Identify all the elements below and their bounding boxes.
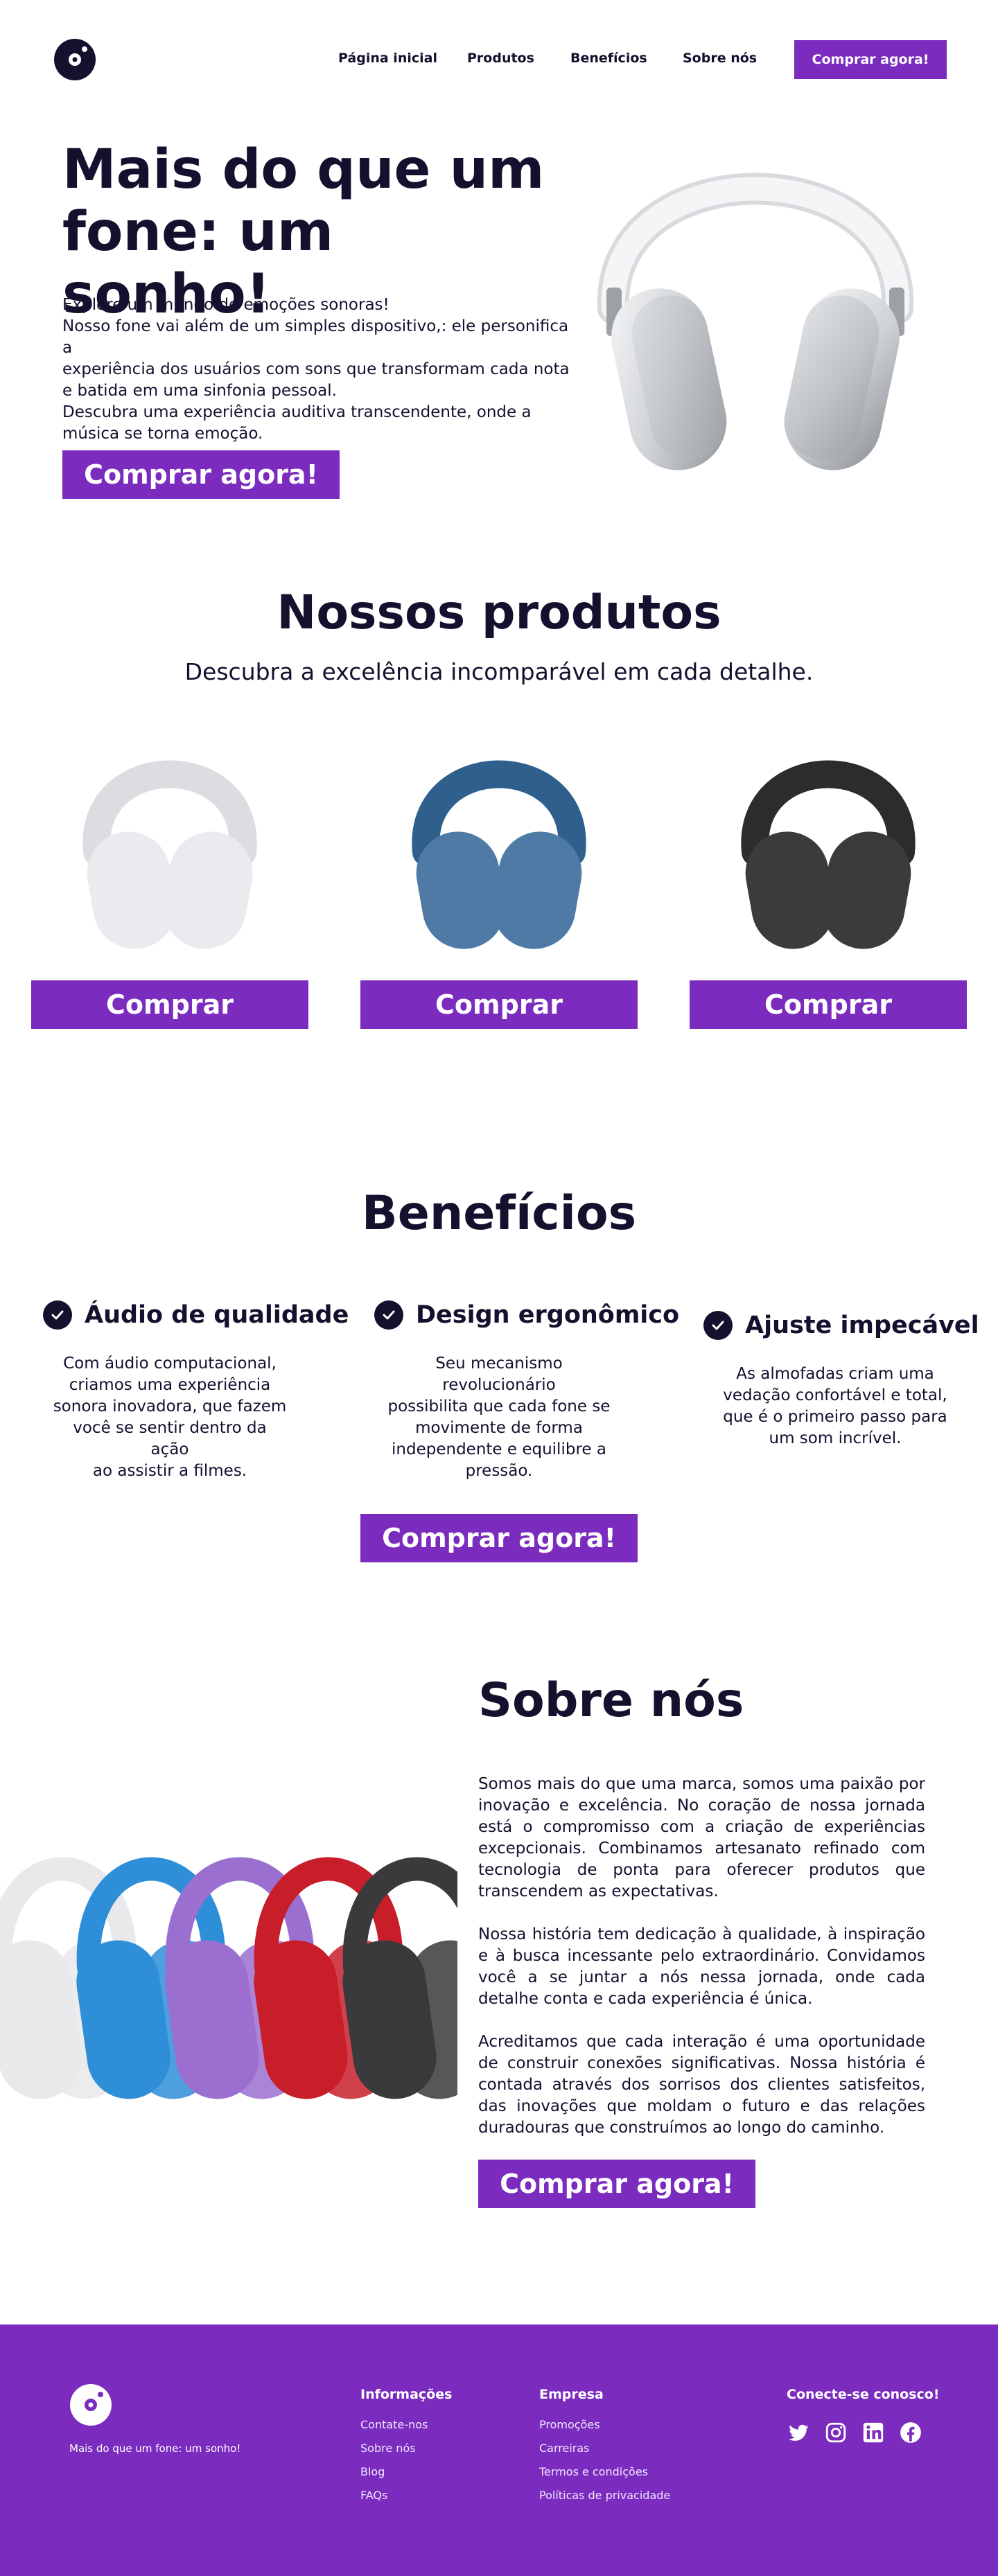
hero-headphone-image <box>593 121 918 482</box>
footer-connect-title: Conecte-se conosco! <box>787 2387 940 2402</box>
logo-icon[interactable] <box>53 38 96 81</box>
linkedin-icon[interactable] <box>861 2421 885 2444</box>
product-buy-button[interactable]: Comprar <box>31 980 308 1029</box>
benefit-text-line: criamos uma experiência <box>69 1376 271 1394</box>
hero-text-line: e batida em uma sinfonia pessoal. <box>62 382 337 400</box>
benefits-title: Benefícios <box>361 1186 637 1241</box>
product-headphone-image <box>741 760 916 949</box>
product-headphone-image <box>82 760 257 949</box>
product-card-silver: Comprar <box>31 734 308 1032</box>
benefit-heading-design: Design ergonômico <box>374 1300 679 1330</box>
footer-company-title: Empresa <box>539 2387 604 2402</box>
check-icon <box>43 1300 72 1330</box>
footer-info-title: Informações <box>360 2387 453 2402</box>
benefit-text-line: você se sentir dentro da ação <box>73 1419 267 1458</box>
hero-text-line: experiência dos usuários com sons que tr… <box>62 360 570 378</box>
hero-text-line: música se torna emoção. <box>62 425 263 443</box>
hero-buy-button[interactable]: Comprar agora! <box>62 450 340 499</box>
headphones-colors-image <box>0 1808 457 2134</box>
about-paragraph-3: Acreditamos que cada interação é uma opo… <box>478 2033 925 2137</box>
benefit-heading-fit: Ajuste impecável <box>703 1311 979 1340</box>
products-subtitle: Descubra a excelência incomparável em ca… <box>184 658 814 685</box>
benefit-text-line: ao assistir a filmes. <box>92 1462 247 1480</box>
about-buy-button[interactable]: Comprar agora! <box>478 2160 755 2208</box>
instagram-icon[interactable] <box>824 2421 848 2444</box>
hero-text-line: Descubra uma experiência auditiva transc… <box>62 403 532 421</box>
benefit-text-line: independente e equilibre a <box>392 1440 606 1458</box>
benefit-text-line: Seu mecanismo revolucionário <box>435 1355 563 1394</box>
product-card-black: Comprar <box>690 734 967 1032</box>
nav-home-link[interactable]: Página inicial <box>338 51 437 66</box>
footer-terms-link[interactable]: Termos e condições <box>539 2465 648 2478</box>
benefit-text-line: que é o primeiro passo para <box>723 1408 947 1426</box>
nav-benefits-link[interactable]: Benefícios <box>570 51 647 66</box>
about-paragraph-1: Somos mais do que uma marca, somos uma p… <box>478 1775 925 1900</box>
footer-blog-link[interactable]: Blog <box>360 2465 385 2478</box>
product-buy-button[interactable]: Comprar <box>360 980 638 1029</box>
footer-about-link[interactable]: Sobre nós <box>360 2442 416 2455</box>
footer-privacy-link[interactable]: Políticas de privacidade <box>539 2489 670 2502</box>
benefit-text-fit: As almofadas criam uma vedação confortáv… <box>717 1364 953 1449</box>
benefit-heading-audio: Áudio de qualidade <box>43 1300 349 1330</box>
benefit-text-line: possibilita que cada fone se <box>387 1397 611 1415</box>
nav-buy-button[interactable]: Comprar agora! <box>794 40 947 79</box>
benefit-text-design: Seu mecanismo revolucionário possibilita… <box>381 1353 617 1482</box>
hero-description: Explore um mundo de emoções sonoras! Nos… <box>62 294 575 445</box>
nav-about-link[interactable]: Sobre nós <box>683 51 757 66</box>
benefit-text-line: sonora inovadora, que fazem <box>53 1397 287 1415</box>
benefit-text-line: Com áudio computacional, <box>63 1355 277 1373</box>
footer-promotions-link[interactable]: Promoções <box>539 2418 600 2431</box>
footer: Mais do que um fone: um sonho! Informaçõ… <box>0 2324 998 2576</box>
colored-headphone <box>342 1857 457 2099</box>
benefit-heading-text: Áudio de qualidade <box>85 1301 349 1329</box>
check-icon <box>374 1300 403 1330</box>
product-card-blue: Comprar <box>360 734 638 1032</box>
product-buy-button[interactable]: Comprar <box>690 980 967 1029</box>
hero-text-line: Nosso fone vai além de um simples dispos… <box>62 317 569 357</box>
facebook-icon[interactable] <box>899 2421 922 2444</box>
benefit-text-audio: Com áudio computacional, criamos uma exp… <box>52 1353 288 1482</box>
product-headphone-image <box>412 760 586 949</box>
benefits-buy-button[interactable]: Comprar agora! <box>360 1514 638 1562</box>
check-icon <box>703 1311 733 1340</box>
benefit-heading-text: Ajuste impecável <box>745 1312 979 1339</box>
benefit-text-line: um som incrível. <box>769 1429 902 1447</box>
footer-contact-link[interactable]: Contate-nos <box>360 2418 428 2431</box>
benefit-text-line: movimente de forma <box>415 1419 583 1437</box>
benefit-text-line: As almofadas criam uma <box>736 1365 934 1383</box>
hero-text-line: Explore um mundo de emoções sonoras! <box>62 296 389 314</box>
benefit-heading-text: Design ergonômico <box>416 1301 680 1329</box>
products-title: Nossos produtos <box>277 585 721 640</box>
about-title: Sobre nós <box>478 1673 744 1728</box>
footer-faqs-link[interactable]: FAQs <box>360 2489 387 2502</box>
footer-logo-icon[interactable] <box>69 2383 112 2426</box>
about-paragraph-2: Nossa história tem dedicação à qualidade… <box>478 1925 925 2008</box>
benefit-text-line: vedação confortável e total, <box>723 1386 947 1404</box>
footer-tagline: Mais do que um fone: um sonho! <box>69 2442 241 2455</box>
hero-title-line-1: Mais do que um <box>62 139 545 201</box>
footer-careers-link[interactable]: Carreiras <box>539 2442 590 2455</box>
twitter-icon[interactable] <box>787 2421 810 2444</box>
nav-products-link[interactable]: Produtos <box>467 51 534 66</box>
benefit-text-line: pressão. <box>465 1462 533 1480</box>
